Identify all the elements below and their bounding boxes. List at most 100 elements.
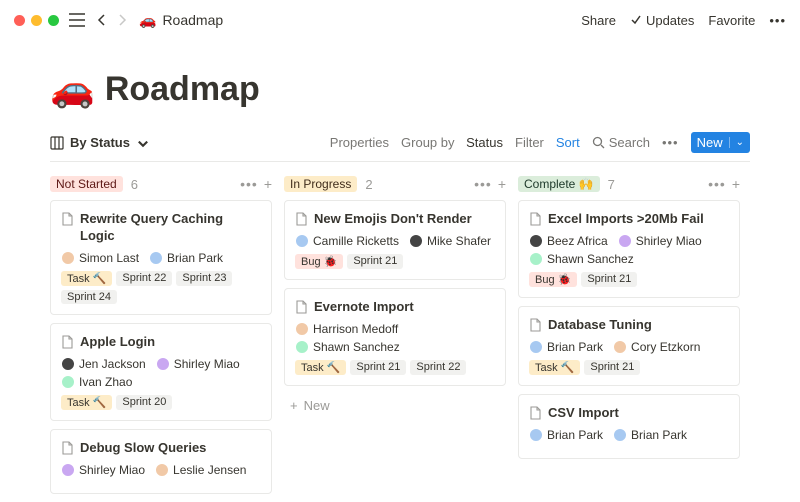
- close-window-icon[interactable]: [14, 15, 25, 26]
- minimize-window-icon[interactable]: [31, 15, 42, 26]
- card-person: Brian Park: [529, 428, 603, 442]
- plus-icon: +: [290, 398, 298, 413]
- card-people: Brian ParkCory Etzkorn: [529, 340, 729, 354]
- search-button[interactable]: Search: [592, 135, 650, 150]
- card-tag: Sprint 23: [176, 271, 232, 286]
- view-selector[interactable]: By Status: [50, 135, 150, 150]
- card-person: Beez Africa: [529, 234, 608, 248]
- board-column: Not Started 6 ••• + Rewrite Query Caching Lo…: [50, 176, 272, 502]
- card-people: Harrison MedoffShawn Sanchez: [295, 322, 495, 354]
- more-icon[interactable]: •••: [769, 13, 786, 28]
- board-card[interactable]: Evernote Import Harrison MedoffShawn Sanc…: [284, 288, 506, 386]
- check-icon: [630, 14, 642, 26]
- avatar: [61, 463, 75, 477]
- column-status-tag[interactable]: Complete 🙌: [518, 176, 600, 192]
- column-more-icon[interactable]: •••: [708, 176, 726, 192]
- column-more-icon[interactable]: •••: [240, 176, 258, 192]
- person-name: Camille Ricketts: [313, 234, 399, 248]
- card-person: Brian Park: [149, 251, 223, 265]
- search-icon: [592, 136, 605, 149]
- menu-icon[interactable]: [69, 13, 85, 27]
- person-name: Mike Shafer: [427, 234, 491, 248]
- share-button[interactable]: Share: [581, 13, 616, 28]
- column-header: Not Started 6 ••• +: [50, 176, 272, 192]
- avatar: [529, 428, 543, 442]
- avatar: [529, 252, 543, 266]
- filter-button[interactable]: Filter: [515, 135, 544, 150]
- column-count: 6: [131, 177, 138, 192]
- card-title-text: Rewrite Query Caching Logic: [80, 211, 261, 245]
- traffic-lights: [14, 15, 59, 26]
- sort-button[interactable]: Sort: [556, 135, 580, 150]
- board-card[interactable]: CSV ImportBrian ParkBrian Park: [518, 394, 740, 459]
- person-name: Brian Park: [547, 428, 603, 442]
- person-name: Shirley Miao: [636, 234, 702, 248]
- card-tags: Task 🔨Sprint 21: [529, 360, 729, 375]
- page-icon: [529, 406, 542, 420]
- updates-button[interactable]: Updates: [630, 13, 694, 28]
- card-person: Leslie Jensen: [155, 463, 246, 477]
- card-tag: Sprint 21: [581, 272, 637, 287]
- chevron-down-icon[interactable]: ⌄: [729, 137, 744, 148]
- person-name: Ivan Zhao: [79, 375, 132, 389]
- board-card[interactable]: Rewrite Query Caching LogicSimon LastBri…: [50, 200, 272, 315]
- card-tag: Sprint 22: [410, 360, 466, 375]
- page-title[interactable]: Roadmap: [105, 70, 260, 109]
- page-icon: [61, 212, 74, 226]
- card-title-text: Evernote Import: [314, 299, 414, 316]
- card-person: Camille Ricketts: [295, 234, 399, 248]
- card-tag: Bug 🐞: [529, 272, 577, 287]
- card-person: Brian Park: [613, 428, 687, 442]
- groupby-button[interactable]: Group by Status: [401, 135, 503, 150]
- column-count: 7: [608, 177, 615, 192]
- breadcrumb[interactable]: 🚗 Roadmap: [139, 12, 223, 29]
- board-column: In Progress2•••+New Emojis Don't RenderC…: [284, 176, 506, 502]
- card-tag: Task 🔨: [295, 360, 346, 375]
- board-card[interactable]: Database Tuning Brian ParkCory Etzkorn Tas…: [518, 306, 740, 386]
- page-icon: [295, 300, 308, 314]
- column-status-tag[interactable]: In Progress: [284, 176, 357, 192]
- column-more-icon[interactable]: •••: [474, 176, 492, 192]
- new-button[interactable]: New ⌄: [691, 132, 750, 153]
- avatar: [149, 251, 163, 265]
- page-content: 🚗 Roadmap By Status Properties Group by …: [0, 40, 800, 502]
- favorite-button[interactable]: Favorite: [708, 13, 755, 28]
- person-name: Brian Park: [631, 428, 687, 442]
- person-name: Beez Africa: [547, 234, 608, 248]
- add-card-button[interactable]: +New: [284, 394, 506, 417]
- page-icon: [295, 212, 308, 226]
- board-icon: [50, 136, 64, 150]
- card-person: Brian Park: [529, 340, 603, 354]
- avatar: [155, 463, 169, 477]
- properties-button[interactable]: Properties: [330, 135, 389, 150]
- column-header: Complete 🙌 7 ••• +: [518, 176, 740, 192]
- board-card[interactable]: Excel Imports >20Mb FailBeez AfricaShirl…: [518, 200, 740, 298]
- window-topbar: 🚗 Roadmap Share Updates Favorite •••: [0, 0, 800, 40]
- person-name: Jen Jackson: [79, 357, 146, 371]
- maximize-window-icon[interactable]: [48, 15, 59, 26]
- card-title-text: Apple Login: [80, 334, 155, 351]
- person-name: Shirley Miao: [79, 463, 145, 477]
- person-name: Shirley Miao: [174, 357, 240, 371]
- card-tag: Task 🔨: [529, 360, 580, 375]
- page-emoji-icon: 🚗: [139, 12, 156, 29]
- board-column: Complete 🙌 7 ••• + Excel Imports >20Mb FailB…: [518, 176, 740, 502]
- avatar: [61, 375, 75, 389]
- page-emoji[interactable]: 🚗: [50, 68, 95, 110]
- card-tag: Sprint 22: [116, 271, 172, 286]
- board-card[interactable]: Apple Login Jen Jackson Shirley Miao Ivan Z…: [50, 323, 272, 421]
- card-person: Shawn Sanchez: [529, 252, 634, 266]
- card-title-text: Database Tuning: [548, 317, 652, 334]
- column-add-icon[interactable]: +: [498, 176, 506, 192]
- board-card[interactable]: New Emojis Don't RenderCamille RickettsM…: [284, 200, 506, 280]
- column-add-icon[interactable]: +: [732, 176, 740, 192]
- forward-icon[interactable]: [115, 13, 129, 27]
- card-title-text: Debug Slow Queries: [80, 440, 206, 457]
- column-add-icon[interactable]: +: [264, 176, 272, 192]
- view-more-icon[interactable]: •••: [662, 135, 679, 150]
- card-tag: Bug 🐞: [295, 254, 343, 269]
- column-status-tag[interactable]: Not Started: [50, 176, 123, 192]
- board-card[interactable]: Debug Slow Queries Shirley Miao Leslie Jen…: [50, 429, 272, 494]
- back-icon[interactable]: [95, 13, 109, 27]
- person-name: Brian Park: [547, 340, 603, 354]
